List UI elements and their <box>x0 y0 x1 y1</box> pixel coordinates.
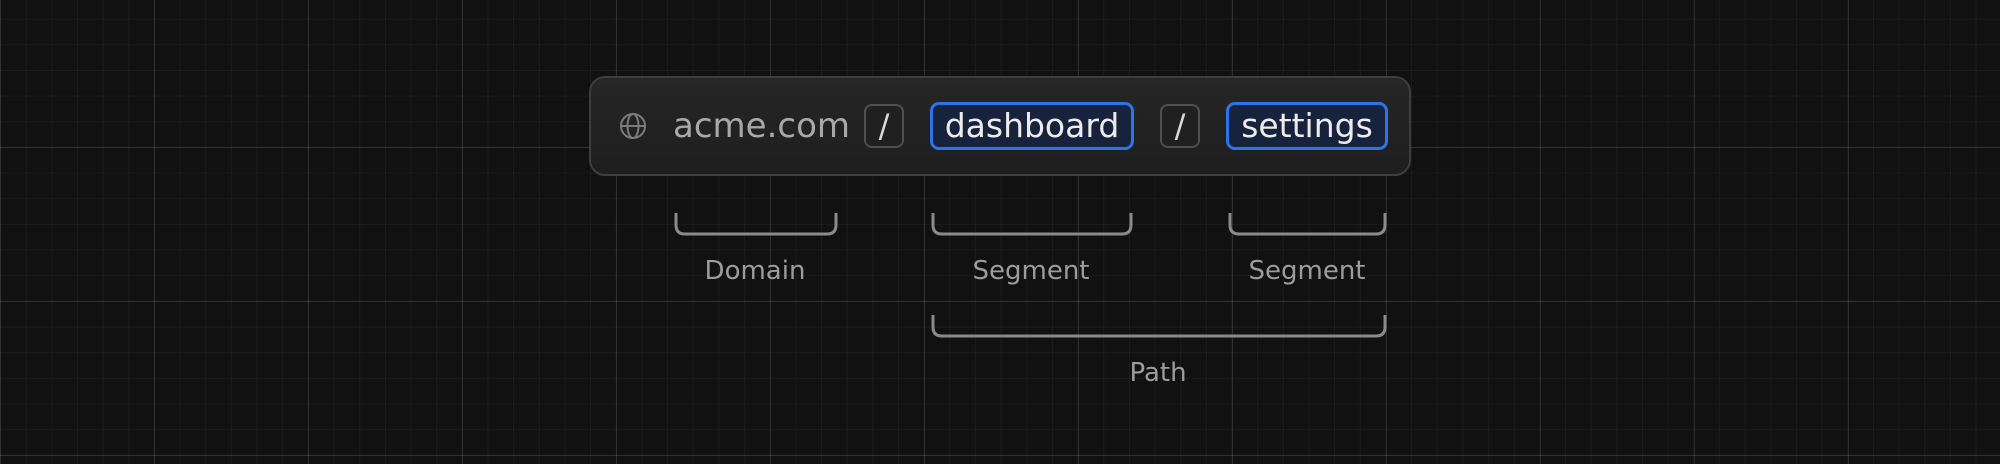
path-bracket <box>931 315 1387 338</box>
segment-label: Segment <box>972 256 1090 286</box>
domain-bracket <box>674 213 838 236</box>
annotation-brackets <box>674 213 1387 338</box>
segment-dashboard-bracket <box>931 213 1133 236</box>
segment-label: Segment <box>1248 256 1366 286</box>
path-label: Path <box>1129 358 1187 388</box>
domain-label: Domain <box>704 256 806 286</box>
segment-settings-bracket <box>1228 213 1387 236</box>
